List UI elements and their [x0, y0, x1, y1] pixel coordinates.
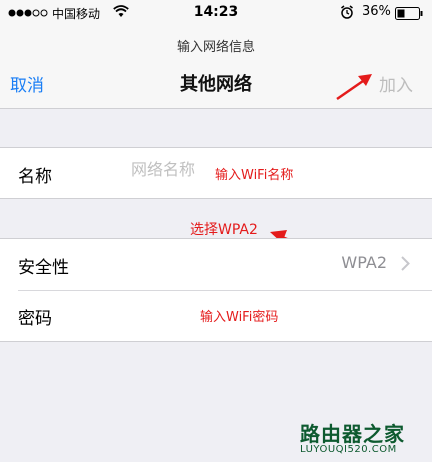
watermark-url: LUYOUQI520.COM	[300, 444, 397, 455]
nav-bar: 输入网络信息 其他网络 取消 加入	[0, 28, 432, 109]
join-arrow-annotation	[336, 74, 372, 101]
name-annotation: 输入WiFi名称	[215, 168, 294, 183]
battery-percent: 36%	[362, 4, 391, 19]
password-label: 密码	[18, 309, 52, 329]
status-bar: 中国移动 14:23 36%	[0, 0, 432, 28]
name-row[interactable]: 名称 输入WiFi名称	[0, 148, 432, 199]
cancel-button[interactable]: 取消	[10, 71, 44, 96]
password-row[interactable]: 密码 输入WiFi密码	[0, 290, 432, 341]
join-button[interactable]: 加入	[379, 71, 413, 96]
nav-prompt: 输入网络信息	[176, 40, 255, 55]
security-value: WPA2	[341, 253, 387, 272]
network-name-input[interactable]	[131, 160, 211, 179]
security-row[interactable]: 安全性 WPA2	[0, 239, 432, 290]
battery-icon	[395, 7, 423, 20]
name-label: 名称	[18, 167, 52, 187]
chevron-right-icon	[401, 256, 410, 271]
security-label: 安全性	[18, 258, 69, 278]
password-annotation: 输入WiFi密码	[200, 310, 279, 325]
security-section: 安全性 WPA2 密码 输入WiFi密码	[0, 238, 432, 342]
watermark-logo: 路由器之家	[300, 422, 405, 446]
name-section: 名称 输入WiFi名称	[0, 147, 432, 199]
alarm-icon	[341, 5, 353, 19]
security-annotation: 选择WPA2	[190, 222, 258, 238]
